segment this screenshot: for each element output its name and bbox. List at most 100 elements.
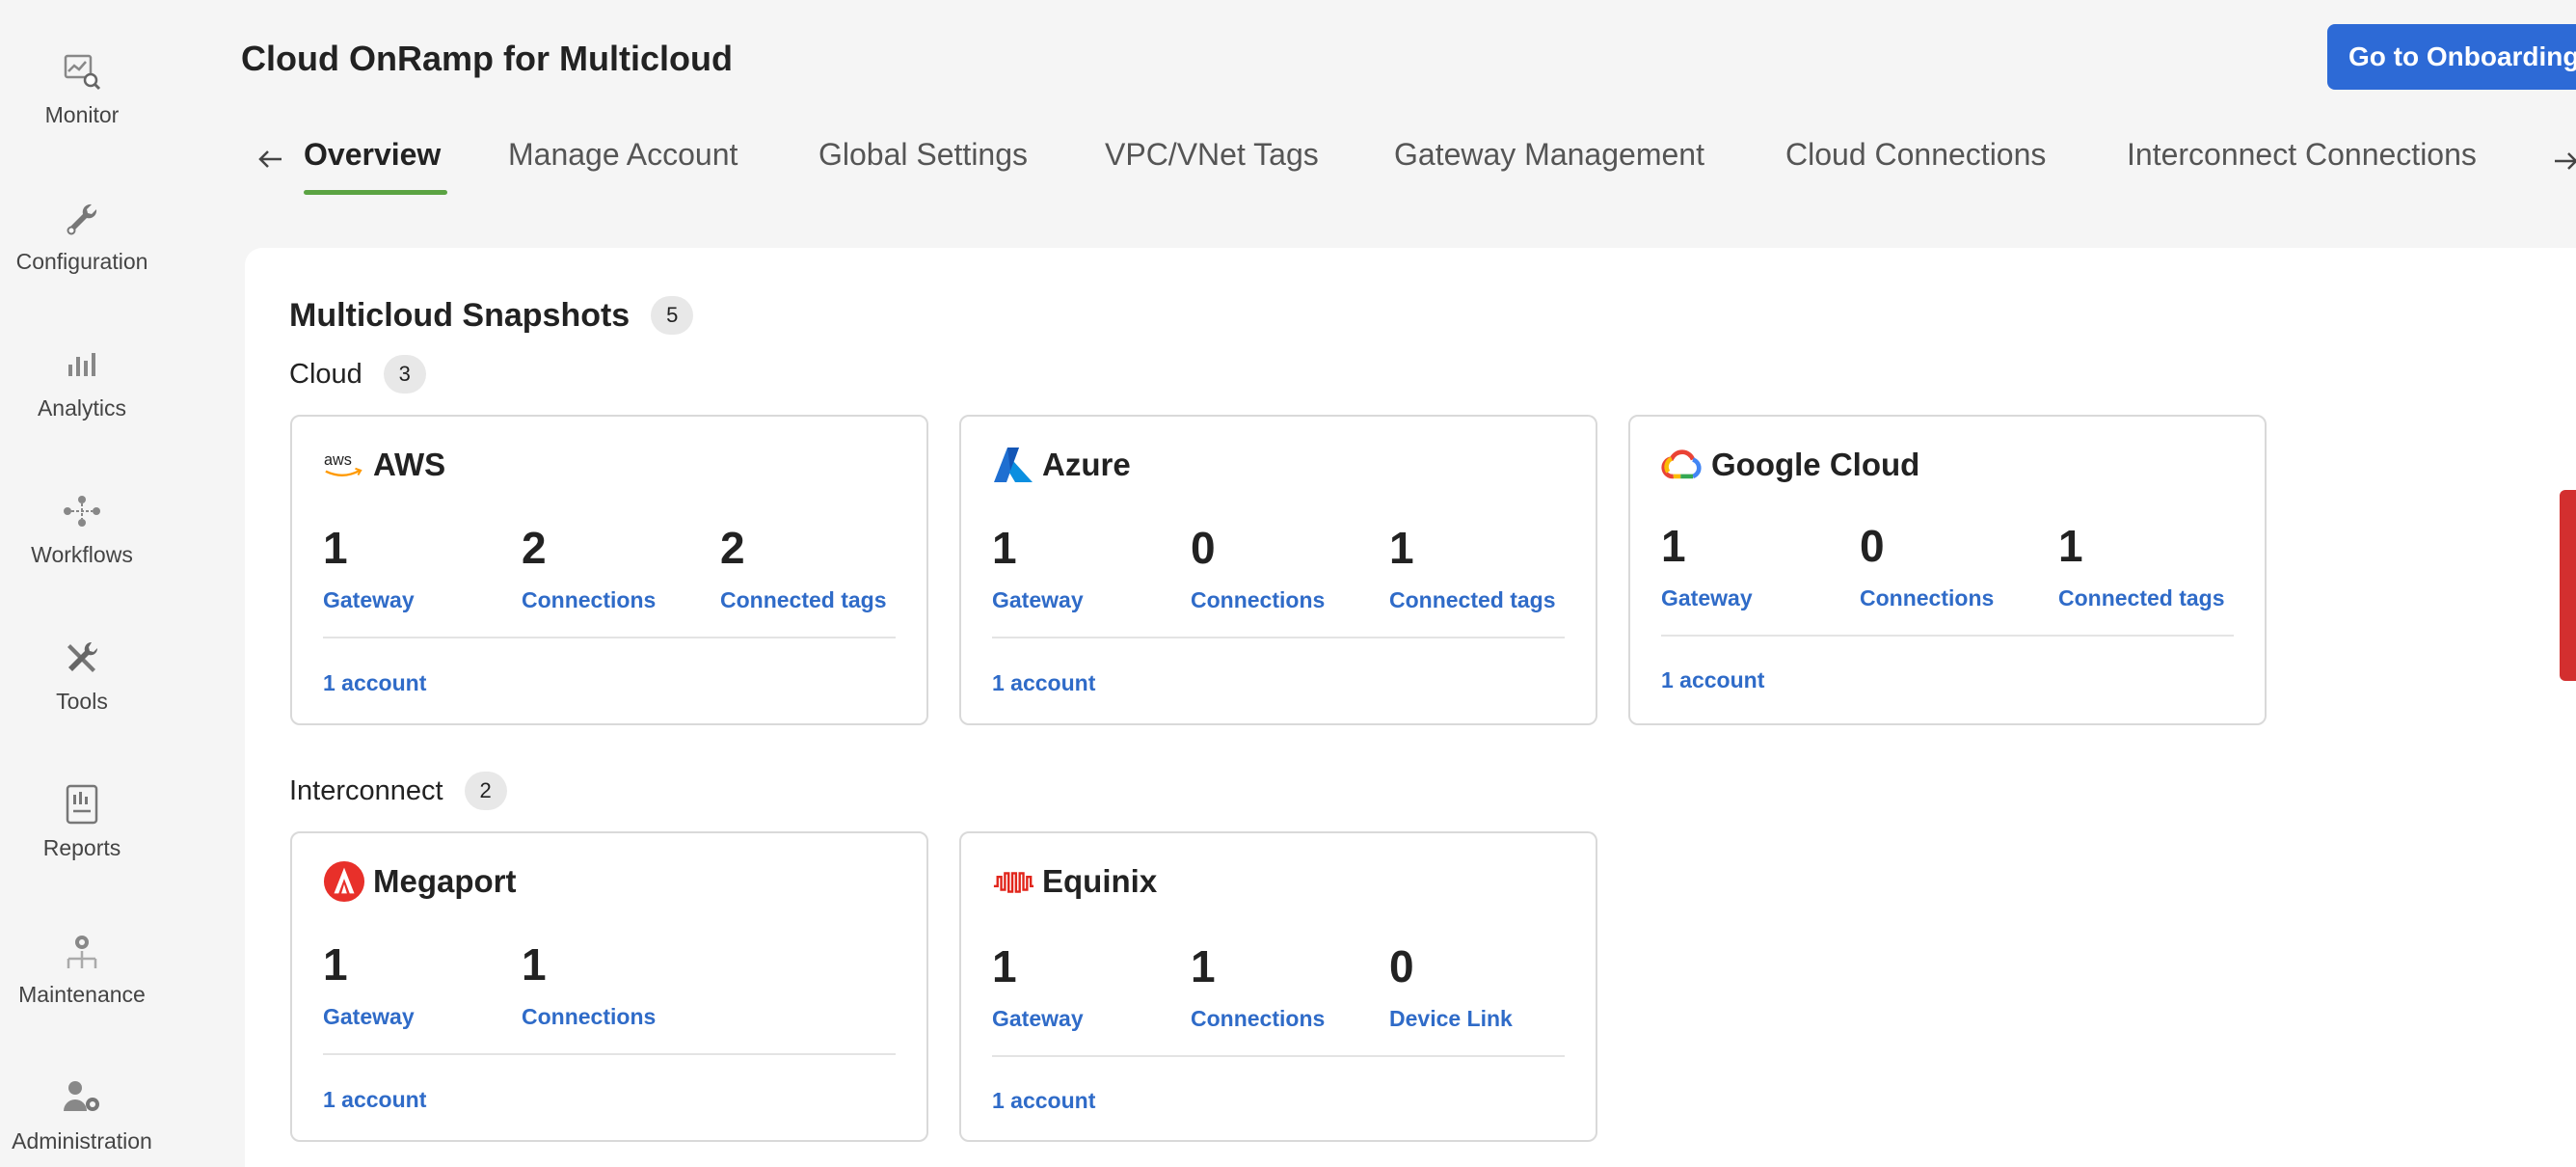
sidebar-item-tools[interactable]: Tools — [0, 635, 164, 715]
aws-card: aws AWS 1 Gateway 2 Connections 2 Connec… — [290, 415, 928, 725]
back-arrow-icon[interactable] — [256, 145, 285, 174]
metric-value: 0 — [1389, 941, 1414, 991]
gateway-link[interactable]: Gateway — [992, 587, 1191, 613]
tab-bar: Overview Manage Account Global Settings … — [0, 125, 2576, 203]
connections-metric: 2 Connections — [522, 526, 720, 613]
gateway-metric: 1 Gateway — [992, 944, 1191, 1032]
aws-logo: aws — [323, 444, 365, 486]
tab-manage-account[interactable]: Manage Account — [508, 137, 738, 173]
card-title: Google Cloud — [1711, 447, 1920, 482]
account-link[interactable]: 1 account — [992, 1088, 1095, 1114]
sidebar-item-label: Reports — [42, 835, 121, 860]
connections-metric: 1 Connections — [1191, 944, 1389, 1032]
account-link[interactable]: 1 account — [323, 670, 426, 696]
workflow-icon — [59, 488, 105, 534]
sidebar-item-configuration[interactable]: Configuration — [0, 195, 164, 275]
gateway-metric: 1 Gateway — [992, 526, 1191, 613]
tab-gateway-management[interactable]: Gateway Management — [1394, 137, 1704, 173]
card-title: Equinix — [1042, 863, 1158, 899]
sidebar-item-label: Administration — [12, 1128, 152, 1153]
gateway-link[interactable]: Gateway — [1661, 585, 1860, 611]
metric-value: 1 — [1389, 523, 1414, 573]
interconnect-subheading: Interconnect 2 — [289, 772, 507, 810]
metric-value: 1 — [323, 939, 348, 990]
card-title: Megaport — [373, 863, 517, 899]
connected-tags-link[interactable]: Connected tags — [1389, 587, 1588, 613]
tools-icon — [59, 635, 105, 681]
tab-global-settings[interactable]: Global Settings — [818, 137, 1028, 173]
account-link[interactable]: 1 account — [1661, 667, 1764, 693]
equinix-logo — [992, 860, 1034, 903]
tab-interconnect-connections[interactable]: Interconnect Connections — [2127, 137, 2477, 173]
megaport-logo — [323, 860, 365, 903]
sidebar-item-label: Monitor — [44, 102, 120, 127]
sidebar-item-monitor[interactable]: Monitor — [0, 48, 164, 128]
gateway-link[interactable]: Gateway — [992, 1006, 1191, 1032]
connected-tags-link[interactable]: Connected tags — [720, 587, 919, 613]
go-to-onboarding-button[interactable]: Go to Onboarding — [2327, 24, 2576, 90]
connections-metric: 0 Connections — [1860, 524, 2058, 611]
sidebar-item-label: Analytics — [37, 395, 127, 421]
card-divider — [992, 637, 1565, 638]
sidebar-item-reports[interactable]: Reports — [0, 781, 164, 861]
connections-link[interactable]: Connections — [1860, 585, 2058, 611]
gateway-metric: 1 Gateway — [1661, 524, 1860, 611]
tab-overview[interactable]: Overview — [304, 137, 441, 173]
page-title: Cloud OnRamp for Multicloud — [241, 39, 733, 78]
card-divider — [1661, 635, 2234, 637]
device-link-link[interactable]: Device Link — [1389, 1006, 1588, 1032]
card-divider — [992, 1055, 1565, 1057]
card-header: Google Cloud — [1661, 444, 1919, 486]
active-tab-indicator — [304, 190, 447, 195]
connections-link[interactable]: Connections — [1191, 1006, 1389, 1032]
count-badge: 5 — [651, 296, 694, 335]
tab-cloud-connections[interactable]: Cloud Connections — [1785, 137, 2046, 173]
metric-value: 1 — [522, 939, 547, 990]
equinix-card: Equinix 1 Gateway 1 Connections 0 Device… — [959, 831, 1597, 1142]
card-header: Azure — [992, 444, 1131, 486]
metric-value: 2 — [522, 523, 547, 573]
card-title: AWS — [373, 447, 446, 482]
subsection-title: Cloud — [289, 358, 362, 390]
account-link[interactable]: 1 account — [992, 670, 1095, 696]
gateway-link[interactable]: Gateway — [323, 1004, 522, 1030]
metric-value: 1 — [1191, 941, 1216, 991]
metric-value: 0 — [1191, 523, 1216, 573]
sidebar-item-administration[interactable]: Administration — [0, 1074, 164, 1154]
card-header: Equinix — [992, 860, 1157, 903]
multicloud-snapshots-heading: Multicloud Snapshots 5 — [289, 296, 694, 335]
admin-icon — [59, 1074, 105, 1121]
metric-value: 0 — [1860, 521, 1885, 571]
connections-link[interactable]: Connections — [522, 1004, 720, 1030]
google-cloud-logo — [1661, 444, 1704, 486]
maintenance-icon — [59, 928, 105, 974]
app-root: Monitor Configuration Analytics Workflow… — [0, 0, 2576, 1167]
gateway-metric: 1 Gateway — [323, 942, 522, 1030]
connections-metric: 0 Connections — [1191, 526, 1389, 613]
sidebar-item-label: Workflows — [31, 542, 133, 567]
count-badge: 2 — [464, 772, 507, 810]
connections-metric: 1 Connections — [522, 942, 720, 1030]
connections-link[interactable]: Connections — [522, 587, 720, 613]
card-header: Megaport — [323, 860, 517, 903]
connections-link[interactable]: Connections — [1191, 587, 1389, 613]
section-title: Multicloud Snapshots — [289, 296, 631, 334]
google-cloud-card: Google Cloud 1 Gateway 0 Connections 1 C… — [1628, 415, 2267, 725]
cloud-subheading: Cloud 3 — [289, 355, 426, 394]
sidebar-item-maintenance[interactable]: Maintenance — [0, 928, 164, 1008]
connected-tags-metric: 2 Connected tags — [720, 526, 919, 613]
gateway-link[interactable]: Gateway — [323, 587, 522, 613]
edge-alert-indicator[interactable] — [2560, 490, 2576, 681]
sidebar-item-label: Configuration — [15, 249, 148, 274]
sidebar-item-workflows[interactable]: Workflows — [0, 488, 164, 568]
azure-card: Azure 1 Gateway 0 Connections 1 Connecte… — [959, 415, 1597, 725]
sidebar-item-analytics[interactable]: Analytics — [0, 341, 164, 421]
tab-vpc-vnet-tags[interactable]: VPC/VNet Tags — [1105, 137, 1319, 173]
scroll-tabs-right-icon[interactable] — [2553, 147, 2576, 176]
connected-tags-link[interactable]: Connected tags — [2058, 585, 2257, 611]
metric-value: 1 — [992, 941, 1017, 991]
gateway-metric: 1 Gateway — [323, 526, 522, 613]
account-link[interactable]: 1 account — [323, 1087, 426, 1113]
count-badge: 3 — [383, 355, 426, 394]
metric-value: 2 — [720, 523, 745, 573]
